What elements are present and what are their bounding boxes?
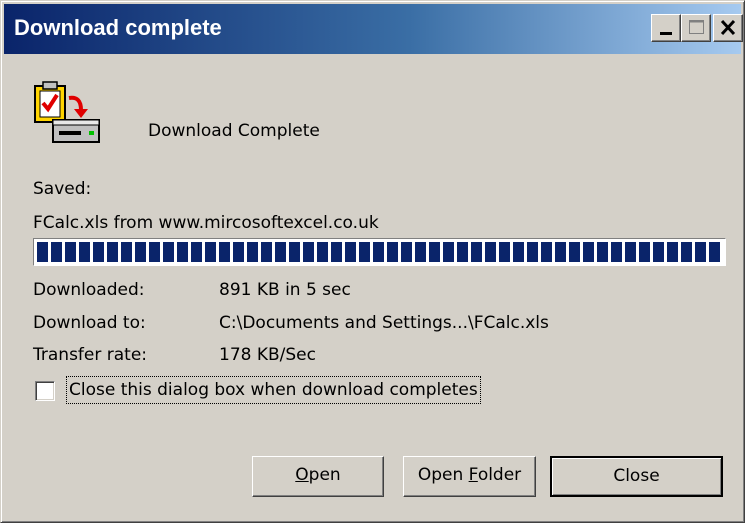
- saved-label: Saved:: [33, 179, 92, 199]
- download-complete-dialog: Download complete Download Complete Save…: [0, 0, 745, 523]
- minimize-icon: [660, 32, 672, 35]
- open-folder-button-label-end: older: [477, 465, 522, 485]
- title-bar[interactable]: Download complete: [4, 4, 743, 54]
- open-button[interactable]: Open: [252, 456, 384, 497]
- download-to-value: C:\Documents and Settings...\FCalc.xls: [219, 313, 549, 333]
- minimize-button[interactable]: [651, 14, 681, 42]
- window-title: Download complete: [14, 15, 222, 40]
- close-button[interactable]: Close: [550, 456, 723, 497]
- transfer-rate-label: Transfer rate:: [33, 345, 148, 365]
- open-button-mnemonic: O: [295, 465, 309, 485]
- downloaded-label: Downloaded:: [33, 280, 145, 300]
- open-button-label: pen: [308, 465, 341, 485]
- open-folder-button-mnemonic: F: [468, 465, 478, 485]
- close-when-done-label[interactable]: Close this dialog box when download comp…: [66, 376, 481, 404]
- maximize-button[interactable]: [681, 14, 711, 42]
- download-complete-icon: [34, 81, 100, 143]
- download-progress-bar: [33, 238, 726, 266]
- progress-bar-fill: [37, 242, 722, 262]
- transfer-rate-value: 178 KB/Sec: [219, 345, 316, 365]
- open-folder-button-label-start: Open: [417, 465, 469, 485]
- file-source-text: FCalc.xls from www.mircosoftexcel.co.uk: [33, 213, 379, 233]
- open-folder-button[interactable]: Open Folder: [403, 456, 536, 497]
- download-complete-heading: Download Complete: [148, 121, 320, 141]
- close-when-done-checkbox[interactable]: [35, 381, 55, 401]
- downloaded-value: 891 KB in 5 sec: [219, 280, 351, 300]
- maximize-icon: [689, 20, 704, 34]
- download-to-label: Download to:: [33, 313, 146, 333]
- close-window-button[interactable]: [713, 14, 743, 42]
- close-icon: [720, 19, 736, 36]
